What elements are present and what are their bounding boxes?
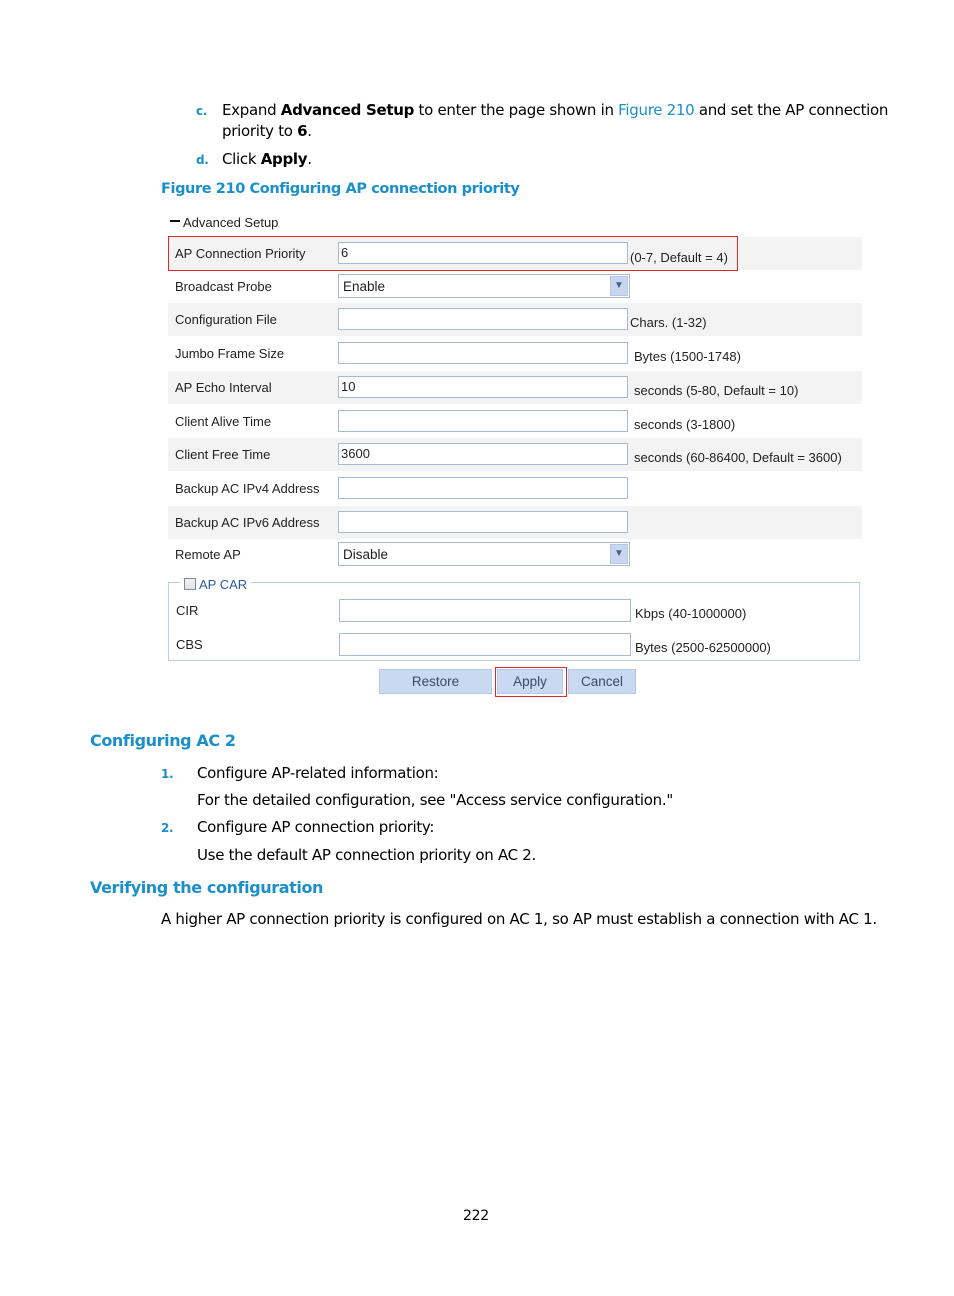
highlight-box	[168, 236, 738, 271]
row-broadcast-probe: Broadcast Probe Enable ▼	[168, 270, 862, 303]
cbs-label: CBS	[176, 637, 203, 652]
page-number: 222	[463, 1208, 489, 1224]
cbs-input[interactable]	[339, 633, 631, 656]
ap-car-label: AP CAR	[199, 576, 248, 592]
figure-title: Figure 210 Configuring AP connection pri…	[161, 181, 520, 197]
label: Configuration File	[175, 312, 277, 327]
list-item-1-text: Configure AP-related information:	[197, 764, 439, 782]
hint: seconds (60-86400, Default = 3600)	[634, 450, 842, 465]
row-client-alive-time: Client Alive Time seconds (3-1800)	[168, 405, 862, 438]
configuration-file-input[interactable]	[338, 308, 628, 330]
hint: Bytes (1500-1748)	[634, 349, 741, 364]
hint: seconds (3-1800)	[634, 417, 736, 432]
label: Remote AP	[175, 547, 241, 562]
list-marker-2: 2.	[161, 821, 174, 835]
row-backup-ac-ipv4: Backup AC IPv4 Address	[168, 472, 862, 505]
hint: seconds (5-80, Default = 10)	[634, 383, 799, 398]
advanced-setup-title: Advanced Setup	[183, 215, 279, 230]
row-remote-ap: Remote AP Disable ▼	[168, 538, 862, 571]
cir-hint: Kbps (40-1000000)	[635, 606, 747, 621]
client-free-time-input[interactable]: 3600	[338, 443, 628, 465]
hint: Chars. (1-32)	[630, 315, 707, 330]
remote-ap-select[interactable]: Disable ▼	[338, 542, 630, 566]
section-heading-configuring-ac2: Configuring AC 2	[90, 731, 236, 750]
cir-label: CIR	[176, 603, 199, 618]
list-marker-1: 1.	[161, 767, 174, 781]
ap-car-legend: AP CAR	[180, 575, 252, 593]
ap-echo-interval-input[interactable]: 10	[338, 376, 628, 398]
step-d-text: Click Apply.	[222, 150, 312, 168]
client-alive-time-input[interactable]	[338, 410, 628, 432]
selected-value: Disable	[343, 547, 389, 562]
backup-ac-ipv4-input[interactable]	[338, 477, 628, 499]
list-item-2-detail: Use the default AP connection priority o…	[197, 846, 537, 864]
chevron-down-icon[interactable]: ▼	[610, 544, 628, 564]
selected-value: Enable	[343, 279, 386, 294]
label: Backup AC IPv4 Address	[175, 481, 320, 496]
row-ap-echo-interval: AP Echo Interval 10 seconds (5-80, Defau…	[168, 371, 862, 404]
label: Broadcast Probe	[175, 279, 272, 294]
row-jumbo-frame-size: Jumbo Frame Size Bytes (1500-1748)	[168, 337, 862, 370]
label: Jumbo Frame Size	[175, 346, 285, 361]
chevron-down-icon[interactable]: ▼	[610, 276, 628, 296]
cbs-hint: Bytes (2500-62500000)	[635, 640, 771, 655]
jumbo-frame-size-input[interactable]	[338, 342, 628, 364]
label: Client Free Time	[175, 447, 271, 462]
cancel-button[interactable]: Cancel	[568, 669, 636, 694]
step-marker-c: c.	[196, 104, 208, 118]
figure-link[interactable]: Figure 210	[618, 101, 695, 119]
cir-input[interactable]	[339, 599, 631, 622]
ap-car-checkbox[interactable]	[184, 578, 196, 590]
row-configuration-file: Configuration File Chars. (1-32)	[168, 303, 862, 336]
minus-icon	[170, 219, 180, 222]
section-heading-verifying: Verifying the configuration	[90, 878, 324, 897]
advanced-setup-toggle[interactable]: Advanced Setup	[170, 215, 278, 230]
label: Backup AC IPv6 Address	[175, 515, 320, 530]
step-marker-d: d.	[196, 153, 209, 167]
backup-ac-ipv6-input[interactable]	[338, 511, 628, 533]
list-item-1-detail: For the detailed configuration, see "Acc…	[197, 791, 673, 809]
step-c-text: Expand Advanced Setup to enter the page …	[222, 101, 889, 119]
label: AP Echo Interval	[175, 380, 272, 395]
step-c-text-line2: priority to 6.	[222, 122, 312, 140]
apply-highlight-box	[495, 667, 567, 697]
row-client-free-time: Client Free Time 3600 seconds (60-86400,…	[168, 438, 862, 471]
broadcast-probe-select[interactable]: Enable ▼	[338, 274, 630, 298]
verification-paragraph: A higher AP connection priority is confi…	[161, 910, 877, 928]
row-backup-ac-ipv6: Backup AC IPv6 Address	[168, 506, 862, 539]
restore-button[interactable]: Restore	[379, 669, 492, 694]
list-item-2-text: Configure AP connection priority:	[197, 818, 435, 836]
label: Client Alive Time	[175, 414, 272, 429]
